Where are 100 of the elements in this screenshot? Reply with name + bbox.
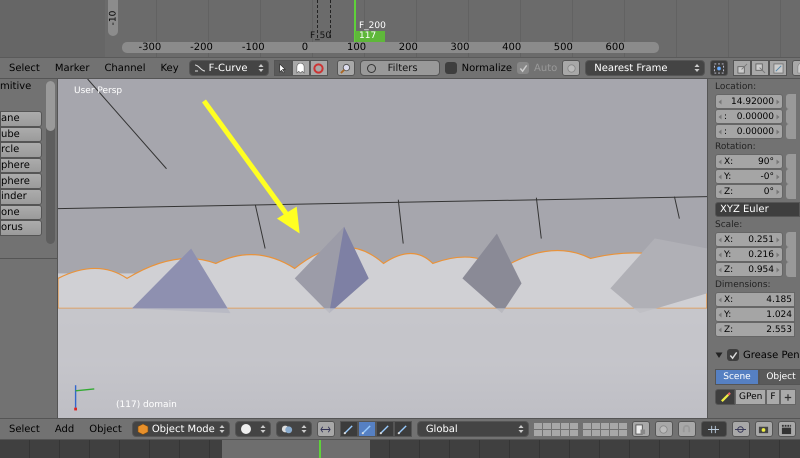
mode-dropdown[interactable]: F-Curve [188,60,269,76]
lock-toggle[interactable] [786,232,796,247]
align-icon[interactable] [316,421,335,437]
left-arrow-icon[interactable] [718,312,722,318]
primitive-button[interactable]: inder [0,188,42,205]
lock-toggle[interactable] [786,184,796,199]
menu-item[interactable]: Object [84,424,127,434]
ruler-tick: 0 [300,42,310,53]
pivot-icon[interactable] [710,60,728,76]
section-label: Dimensions: [715,279,772,292]
lock-toggle[interactable] [786,154,796,169]
number-field[interactable]: Z: 2.553 [715,322,795,337]
number-field[interactable]: Y: -0° [715,169,783,184]
menu-item[interactable]: Add [50,424,80,434]
right-arrow-icon[interactable] [776,114,780,120]
right-arrow-icon[interactable] [776,174,780,180]
scrollbar[interactable]: -10 [108,0,118,36]
add-icon[interactable] [780,389,796,405]
number-field[interactable]: X: 4.185 [715,292,795,307]
frame-line [319,440,321,458]
left-arrow-icon[interactable] [718,266,722,272]
paste-icon[interactable] [751,60,770,76]
cursor-icon[interactable] [274,60,292,76]
lock-toggle[interactable] [786,124,796,139]
number-field[interactable]: Z: 0.954 [715,262,783,277]
lock-toggle[interactable] [786,262,796,277]
primitive-button[interactable]: phere [0,158,42,174]
primitive-button[interactable]: rcle [0,142,42,158]
copy-icon[interactable] [733,60,752,76]
right-arrow-icon[interactable] [776,188,780,194]
gpencil-field[interactable]: GPen [735,389,766,405]
zoom-icon[interactable] [336,60,355,76]
frame-ruler[interactable]: -300 -200 -100 0 100 200 300 400 500 600 [122,42,659,53]
left-arrow-icon[interactable] [718,158,722,164]
ghost-icon[interactable] [292,60,310,76]
left-arrow-icon[interactable] [718,296,722,302]
menu-item[interactable]: Key [156,62,184,74]
number-field[interactable]: Y: 0.216 [715,247,783,262]
right-arrow-icon[interactable] [776,98,780,104]
filters-button[interactable]: Filters [360,60,440,76]
left-arrow-icon[interactable] [718,252,722,258]
layer-grid[interactable] [534,422,578,436]
left-arrow-icon[interactable] [718,98,722,104]
menu-item[interactable]: Select [4,62,45,74]
right-arrow-icon[interactable] [776,158,780,164]
menu-item[interactable]: Channel [99,62,150,74]
left-arrow-icon[interactable] [718,326,722,332]
menu-item[interactable]: Select [4,424,45,434]
clapper-icon[interactable] [778,421,796,437]
snap-dropdown[interactable]: Nearest Frame [585,60,706,76]
orientation-dropdown[interactable]: Global [416,421,529,437]
pencil-icon[interactable] [715,389,735,405]
record-icon[interactable] [654,421,673,437]
menu-item[interactable]: Marker [50,62,94,74]
number-field[interactable]: X: 0.251 [715,232,783,247]
lock-toggle[interactable] [786,94,796,109]
left-arrow-icon[interactable] [718,128,722,134]
primitive-button[interactable]: phere [0,173,42,189]
number-field[interactable]: : 0.00000 [715,124,783,139]
tab[interactable]: Scene [715,369,759,385]
record-icon[interactable] [562,60,580,76]
right-arrow-icon[interactable] [776,236,780,242]
primitive-button[interactable]: one [0,204,42,220]
flip-icon[interactable] [769,60,788,76]
mode-dropdown[interactable]: Object Mode [132,421,230,437]
shading-dropdown[interactable] [234,421,271,437]
section-label: Location: [715,81,758,94]
gpencil-field[interactable]: F [766,389,780,405]
left-arrow-icon[interactable] [718,188,722,194]
ruler-tick: 100 [346,42,368,53]
primitive-button[interactable]: ane [0,111,42,127]
number-field[interactable]: X: 90° [715,154,783,169]
right-arrow-icon[interactable] [776,252,780,258]
left-arrow-icon[interactable] [718,236,722,242]
expand-icon[interactable] [715,351,723,359]
grease-pencil-checkbox[interactable] [727,349,739,361]
number-field[interactable]: Y: 1.024 [715,307,795,322]
render-icon[interactable] [754,421,773,437]
section-label: Scale: [715,219,744,232]
number-field[interactable]: 14.92000 [715,94,783,109]
left-arrow-icon[interactable] [718,114,722,120]
magnet-icon[interactable] [678,421,696,437]
lifebuoy-icon[interactable] [310,60,328,76]
number-field[interactable]: : 0.00000 [715,109,783,124]
updown-icon [258,63,264,73]
scrollbar[interactable] [46,81,55,244]
normalize-checkbox[interactable] [444,62,457,74]
snap-target-icon[interactable] [732,421,750,437]
left-arrow-icon[interactable] [718,174,722,180]
primitive-button[interactable]: ube [0,126,42,142]
snap-icon[interactable] [700,421,727,437]
rotation-mode-dropdown[interactable]: XYZ Euler [715,202,800,217]
ruler-tick: -200 [189,42,214,53]
right-arrow-icon[interactable] [776,266,780,272]
number-field[interactable]: Z: 0° [715,184,783,199]
primitive-button[interactable]: orus [0,220,42,236]
right-arrow-icon[interactable] [776,128,780,134]
layer-grid[interactable] [582,422,627,436]
tab[interactable]: Object [759,369,800,385]
pivot-dropdown[interactable] [276,421,312,437]
